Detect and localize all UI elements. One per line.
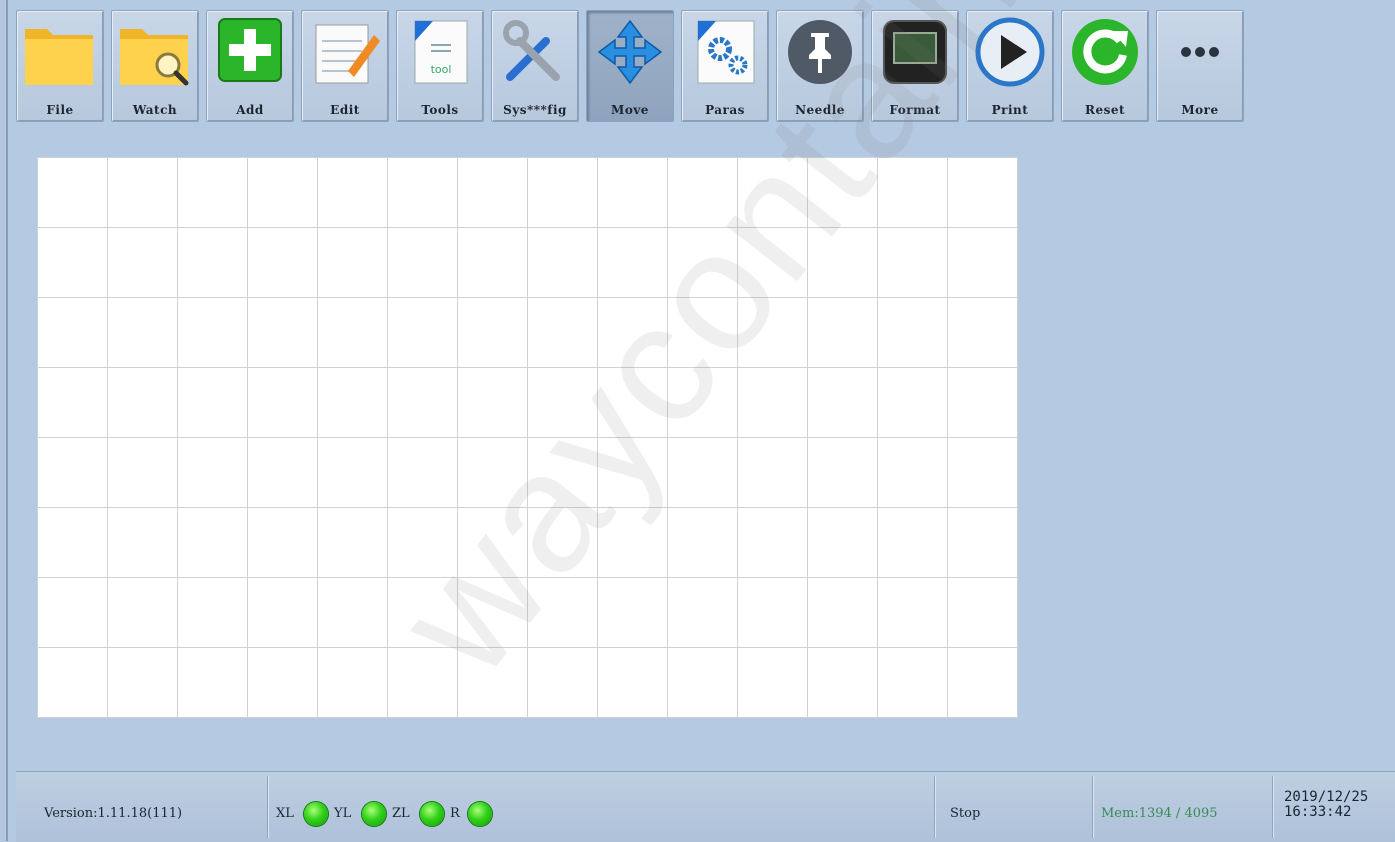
play-icon	[975, 17, 1045, 87]
svg-text:tool: tool	[431, 63, 452, 76]
tools-label: Tools	[421, 103, 459, 117]
move-arrows-icon	[597, 19, 663, 85]
version-text: Version:1.11.18(111)	[44, 806, 183, 821]
print-button[interactable]: Print	[966, 10, 1054, 122]
sysconfig-button[interactable]: Sys***fig	[491, 10, 579, 122]
status-bar: Version:1.11.18(111) XL YL ZL R Stop Mem…	[16, 771, 1395, 842]
app-window: File Watch Add Edit tool Tools Sys***fig…	[6, 0, 1395, 842]
axis-label-xl: XL	[276, 806, 294, 821]
separator	[934, 776, 935, 838]
gears-document-icon	[697, 20, 755, 84]
print-label: Print	[991, 103, 1029, 117]
watch-button[interactable]: Watch	[111, 10, 199, 122]
refresh-icon	[1072, 19, 1138, 85]
tool-document-icon: tool	[414, 20, 468, 84]
sysconfig-label: Sys***fig	[503, 103, 567, 117]
reset-button[interactable]: Reset	[1061, 10, 1149, 122]
more-label: More	[1181, 103, 1219, 117]
move-button[interactable]: Move	[586, 10, 674, 122]
more-button[interactable]: More	[1156, 10, 1244, 122]
axis-label-r: R	[450, 806, 460, 821]
machine-state-text: Stop	[950, 806, 981, 821]
xl-status-led-icon	[304, 802, 328, 826]
format-button[interactable]: Format	[871, 10, 959, 122]
add-button[interactable]: Add	[206, 10, 294, 122]
notepad-pencil-icon	[315, 24, 380, 84]
date-text: 2019/12/25	[1284, 789, 1369, 805]
tools-button[interactable]: tool Tools	[396, 10, 484, 122]
paras-label: Paras	[705, 103, 745, 117]
datetime-display: 2019/12/25 16:33:42	[1284, 790, 1368, 820]
axis-label-zl: ZL	[392, 806, 410, 821]
ellipsis-icon	[1181, 47, 1219, 57]
file-label: File	[46, 103, 74, 117]
zl-status-led-icon	[420, 802, 444, 826]
yl-status-led-icon	[362, 802, 386, 826]
add-label: Add	[236, 103, 264, 117]
r-status-led-icon	[468, 802, 492, 826]
needle-button[interactable]: Needle	[776, 10, 864, 122]
plus-icon	[218, 18, 282, 82]
format-label: Format	[889, 103, 941, 117]
folder-magnifier-icon	[120, 29, 189, 86]
edit-button[interactable]: Edit	[301, 10, 389, 122]
pattern-grid-canvas[interactable]	[37, 157, 1018, 718]
pushpin-icon	[788, 20, 852, 84]
file-button[interactable]: File	[16, 10, 104, 122]
time-text: 16:33:42	[1284, 804, 1352, 820]
separator	[1272, 776, 1273, 838]
separator	[1092, 776, 1093, 838]
monitor-icon	[883, 20, 947, 84]
reset-label: Reset	[1084, 103, 1126, 117]
paras-button[interactable]: Paras	[681, 10, 769, 122]
axis-label-yl: YL	[334, 806, 352, 821]
edit-label: Edit	[330, 103, 360, 117]
needle-label: Needle	[795, 103, 845, 117]
folder-icon	[25, 29, 93, 85]
wrench-screwdriver-icon	[503, 20, 560, 81]
watch-label: Watch	[132, 103, 178, 117]
move-label: Move	[611, 103, 649, 117]
memory-usage-text: Mem:1394 / 4095	[1101, 806, 1218, 821]
separator	[267, 776, 268, 838]
